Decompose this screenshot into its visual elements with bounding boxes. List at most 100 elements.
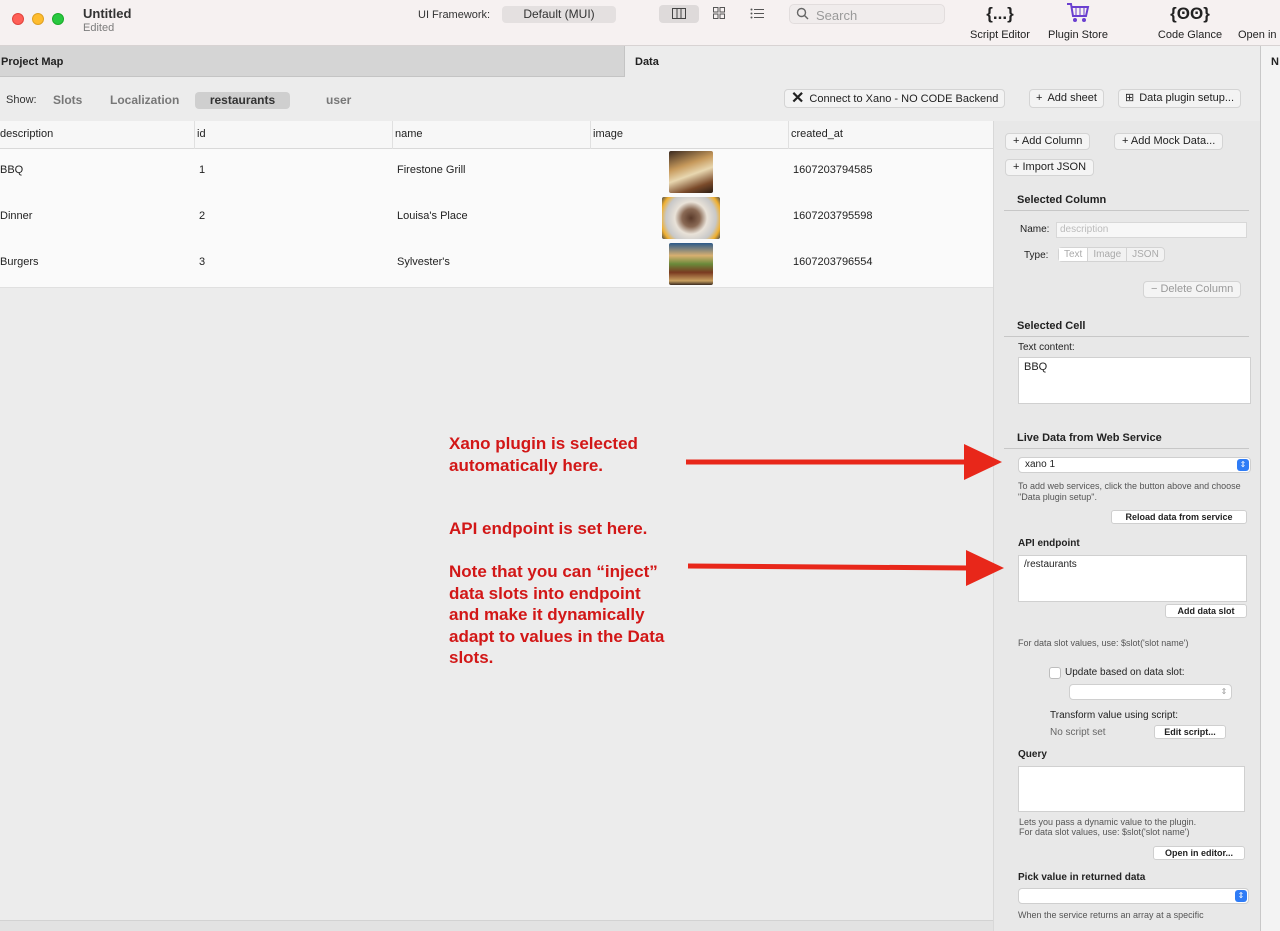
web-service-value: xano 1 [1025,459,1056,470]
column-type-label: Type: [1024,250,1049,261]
show-restaurants[interactable]: restaurants [195,92,290,109]
cell-created-at[interactable]: 1607203795598 [793,210,873,222]
open-in-icon [1234,2,1280,26]
cell-name[interactable]: Firestone Grill [397,164,465,176]
plus-icon: + [1036,92,1043,104]
table-row[interactable]: Dinner 2 Louisa's Place 1607203795598 [0,195,993,241]
text-content-field[interactable]: BBQ [1018,357,1251,404]
pick-value-label: Pick value in returned data [1018,872,1146,883]
cell-name[interactable]: Louisa's Place [397,210,468,222]
cell-description[interactable]: Dinner [0,210,32,222]
edit-script-button[interactable]: Edit script... [1154,725,1226,739]
grid-view-button[interactable] [706,5,732,23]
food-photo-image[interactable] [669,151,713,193]
data-inspector-sidebar: + Add Column + Add Mock Data... + Import… [993,121,1260,931]
food-photo-image[interactable] [669,243,713,285]
right-edge-panel[interactable]: N [1260,46,1280,931]
show-localization[interactable]: Localization [110,92,179,109]
delete-column-label: Delete Column [1160,283,1234,295]
data-plugin-setup-label: Data plugin setup... [1139,92,1235,104]
script-editor-label: Script Editor [970,29,1030,41]
open-in-button[interactable]: Open in [1234,2,1280,41]
document-status: Edited [83,22,115,34]
show-slots[interactable]: Slots [53,92,82,109]
column-divider[interactable] [392,121,393,149]
xano-icon: ✕ [791,90,805,107]
code-glance-label: Code Glance [1157,29,1223,41]
search-field[interactable]: Search [789,4,945,24]
data-tab[interactable]: Data [626,46,1260,77]
column-header-created-at[interactable]: created_at [791,128,843,140]
connect-xano-button[interactable]: ✕ Connect to Xano - NO CODE Backend [784,89,1006,108]
zoom-window-button[interactable] [52,13,64,25]
cell-created-at[interactable]: 1607203796554 [793,256,873,268]
minimize-window-button[interactable] [32,13,44,25]
column-type-segmented[interactable]: Text Image JSON [1058,247,1165,262]
transform-label: Transform value using script: [1050,710,1179,721]
query-label: Query [1018,749,1047,760]
update-slot-select[interactable]: ⇕ [1069,684,1232,700]
close-window-button[interactable] [12,13,24,25]
import-json-label: Import JSON [1022,161,1087,173]
type-text-option[interactable]: Text [1059,248,1089,261]
table-row[interactable]: Burgers 3 Sylvester's 1607203796554 [0,241,993,287]
project-map-tab[interactable]: Project Map [0,46,625,77]
column-divider[interactable] [194,121,195,149]
add-column-button[interactable]: + Add Column [1005,133,1091,150]
plus-icon: + [1013,135,1022,147]
api-endpoint-value: /restaurants [1024,559,1077,570]
pick-value-select[interactable]: ⇕ [1018,888,1249,904]
add-sheet-button[interactable]: + Add sheet [1029,89,1104,108]
api-endpoint-label: API endpoint [1018,538,1080,549]
cell-id[interactable]: 2 [199,210,205,222]
split-view-button[interactable] [659,5,699,23]
add-mock-data-button[interactable]: + Add Mock Data... [1114,133,1224,150]
table-bottom-divider [0,287,993,288]
food-photo-image[interactable] [662,197,720,239]
web-service-select[interactable]: xano 1 ⇕ [1018,457,1251,473]
plugin-store-label: Plugin Store [1048,29,1108,41]
list-view-button[interactable] [744,5,770,23]
api-endpoint-field[interactable]: /restaurants [1018,555,1247,602]
type-image-option[interactable]: Image [1088,248,1128,261]
query-field[interactable] [1018,766,1245,812]
column-divider[interactable] [788,121,789,149]
web-service-note: To add web services, click the button ab… [1018,481,1241,502]
ui-framework-select[interactable]: Default (MUI) [502,6,616,23]
grid-icon [713,7,725,19]
grid-small-icon: ⊞ [1125,92,1135,104]
annotation-inject-note: Note that you can “inject” data slots in… [449,562,665,667]
column-divider[interactable] [590,121,591,149]
column-name-label: Name: [1020,224,1050,235]
column-header-image[interactable]: image [593,128,623,140]
open-in-editor-button[interactable]: Open in editor... [1153,846,1245,860]
code-glance-button[interactable]: {ʘʘ} Code Glance [1155,2,1225,41]
selected-column-heading: Selected Column [1004,194,1249,211]
show-user[interactable]: user [326,92,351,109]
delete-column-button[interactable]: − Delete Column [1143,281,1242,298]
table-header: description id name image created_at [0,121,993,149]
add-data-slot-button[interactable]: Add data slot [1165,604,1247,618]
reload-data-button[interactable]: Reload data from service [1111,510,1247,524]
data-plugin-setup-button[interactable]: ⊞ Data plugin setup... [1118,89,1242,108]
table-row[interactable]: BBQ 1 Firestone Grill 1607203794585 [0,149,993,195]
cell-description[interactable]: Burgers [0,256,39,268]
import-json-button[interactable]: + Import JSON [1005,159,1095,176]
cell-id[interactable]: 1 [199,164,205,176]
cell-description[interactable]: BBQ [0,164,23,176]
plugin-store-button[interactable]: Plugin Store [1044,2,1112,41]
text-content-value: BBQ [1024,361,1048,373]
cell-name[interactable]: Sylvester's [397,256,450,268]
no-script-label: No script set [1050,727,1106,738]
cell-id[interactable]: 3 [199,256,205,268]
update-based-checkbox[interactable] [1049,667,1061,679]
add-column-label: Add Column [1021,135,1083,147]
horizontal-scrollbar[interactable] [0,920,993,931]
script-editor-button[interactable]: {...} Script Editor [966,2,1034,41]
cell-created-at[interactable]: 1607203794585 [793,164,873,176]
column-header-description[interactable]: description [0,128,53,140]
column-header-id[interactable]: id [197,128,206,140]
column-name-input[interactable]: description [1056,222,1247,238]
column-header-name[interactable]: name [395,128,423,140]
type-json-option[interactable]: JSON [1127,248,1164,261]
